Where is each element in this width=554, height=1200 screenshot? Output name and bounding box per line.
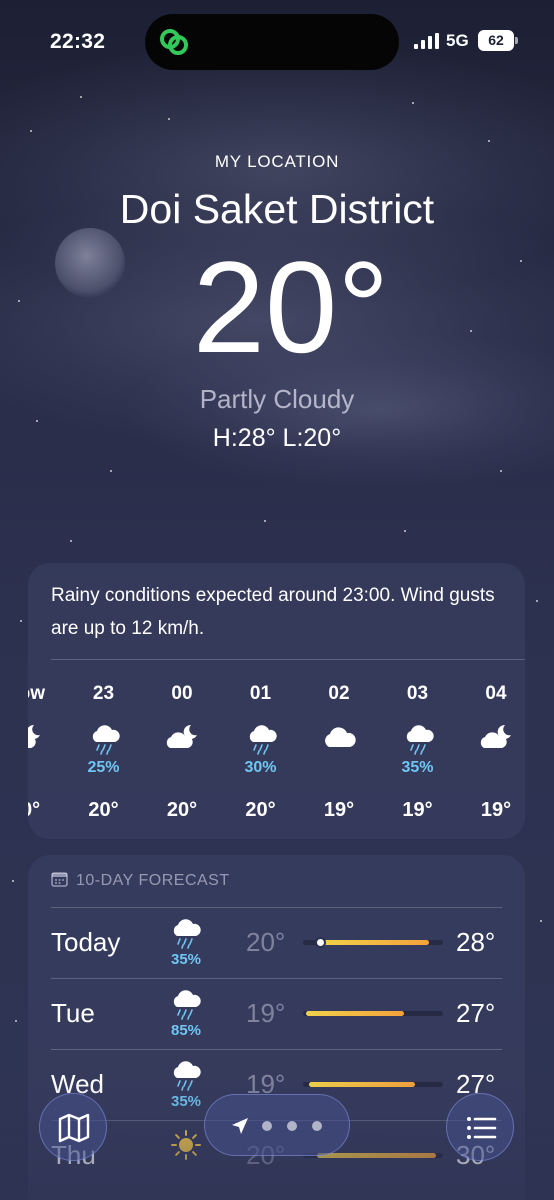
temperature-range-fill: [305, 1011, 404, 1016]
hour-label: Now: [28, 683, 46, 704]
cloud-rain-icon: [88, 721, 122, 755]
temperature-range-bar: [303, 937, 443, 948]
precip-chance: 85%: [170, 1022, 202, 1039]
high-temperature: 27°: [456, 998, 496, 1028]
temperature-range-fill: [317, 1153, 436, 1158]
temperature-range-bar: [303, 1082, 443, 1087]
cloud-rain-icon: [245, 721, 279, 755]
hour-column: 03 35% 19°: [383, 671, 453, 839]
hour-label: 00: [171, 683, 193, 704]
hour-label: 01: [249, 683, 272, 704]
map-button[interactable]: [39, 1093, 107, 1161]
cloud-rain-icon: [168, 1057, 204, 1091]
hour-column: 02 19°: [304, 671, 374, 839]
day-row[interactable]: Tue 85% 19° 27°: [28, 978, 525, 1048]
hour-label: 04: [485, 683, 507, 704]
status-time: 22:32: [50, 30, 106, 53]
cellular-signal-icon: [414, 33, 439, 49]
location-arrow-icon: [232, 1118, 248, 1134]
high-low-temperature: H:28° L:20°: [212, 424, 342, 452]
hour-temperature: 19°: [323, 799, 355, 821]
dynamic-island[interactable]: [145, 14, 399, 70]
hour-label: 02: [328, 683, 350, 704]
moon-cloud-icon: [28, 721, 43, 755]
precip-chance: 35%: [170, 1093, 202, 1110]
map-icon: [58, 1113, 90, 1143]
cloud-icon: [323, 721, 357, 755]
page-dot[interactable]: [262, 1121, 272, 1131]
cloud-rain-icon: [168, 986, 204, 1020]
hour-temperature: 20°: [166, 799, 198, 821]
high-temperature: 28°: [456, 927, 496, 957]
hour-column: Now 20°: [28, 671, 60, 839]
page-dot[interactable]: [287, 1121, 297, 1131]
hour-label: 03: [406, 683, 429, 704]
list-icon: [467, 1117, 497, 1139]
hour-temperature: 20°: [28, 799, 41, 821]
battery-indicator: 62: [478, 30, 514, 51]
status-bar: 22:32 5G 62: [0, 0, 554, 80]
precip-chance: 35%: [170, 951, 202, 968]
hour-column: 04 19°: [461, 671, 525, 839]
hour-column: 01 30% 20°: [226, 671, 296, 839]
moon-cloud-icon: [480, 721, 514, 755]
temperature-range-fill: [308, 1082, 415, 1087]
battery-tip: [515, 37, 518, 44]
day-name: Today: [51, 927, 121, 957]
day-row[interactable]: Today 35% 20° 28°: [28, 907, 525, 977]
card-divider: [51, 659, 525, 660]
condition-text: Partly Cloudy: [199, 384, 355, 414]
hour-column: 00 20°: [147, 671, 217, 839]
moon-cloud-icon: [166, 721, 200, 755]
precip-chance: 30%: [244, 759, 277, 776]
hour-temperature: 19°: [480, 799, 512, 821]
low-temperature: 19°: [246, 998, 286, 1028]
current-temp-dot: [314, 937, 326, 948]
precip-chance: 25%: [87, 759, 120, 776]
location-label: MY LOCATION: [214, 152, 340, 171]
day-name: Tue: [51, 998, 95, 1028]
page-dot[interactable]: [312, 1121, 322, 1131]
hour-temperature: 20°: [88, 799, 119, 821]
link-rings-icon[interactable]: [157, 26, 191, 58]
precip-chance: 35%: [401, 759, 434, 776]
temperature-range-fill: [319, 940, 429, 945]
calendar-icon: [51, 872, 68, 887]
temperature-range-bar: [303, 1011, 443, 1016]
low-temperature: 20°: [246, 927, 286, 957]
cloud-rain-icon: [402, 721, 436, 755]
hour-label: 23: [92, 683, 115, 704]
ten-day-label: 10-DAY FORECAST: [76, 872, 230, 889]
page-indicator[interactable]: [204, 1094, 350, 1156]
current-temperature: 20°: [192, 234, 390, 380]
hour-temperature: 19°: [402, 799, 433, 821]
hourly-forecast-card[interactable]: Rainy conditions expected around 23:00. …: [28, 563, 525, 839]
sun-icon: [168, 1128, 204, 1162]
locations-list-button[interactable]: [446, 1093, 514, 1161]
forecast-summary: Rainy conditions expected around 23:00. …: [51, 585, 495, 639]
ten-day-header: 10-DAY FORECAST: [51, 871, 230, 890]
hour-temperature: 20°: [245, 799, 276, 821]
hourly-scroll-strip[interactable]: Now 20° 23 25% 20° 00 20° 01 30% 20° 02 19° 03 35% 19°…: [28, 671, 525, 839]
cloud-rain-icon: [168, 915, 204, 949]
hour-column: 23 25% 20°: [69, 671, 139, 839]
city-name: Doi Saket District: [119, 186, 435, 232]
network-type: 5G: [446, 31, 469, 50]
